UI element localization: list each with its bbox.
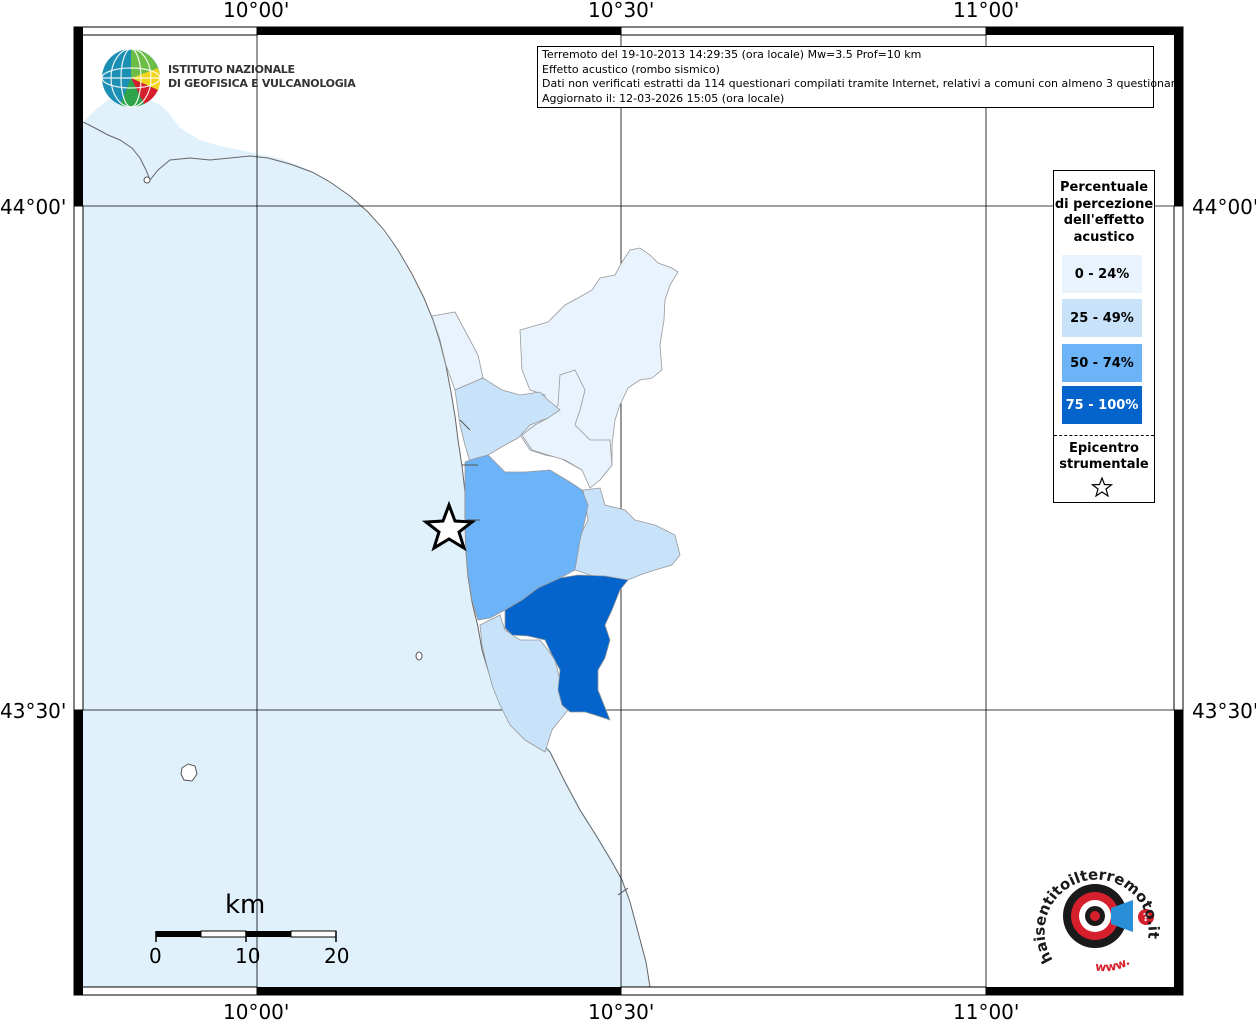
lon-label-top: 10°30' [588, 0, 655, 22]
scale-tick-label: 0 [149, 944, 162, 968]
haisentito-logo: ? haisentitoilterremoto.it www. [1033, 865, 1163, 974]
lon-label-bottom: 11°00' [953, 1000, 1020, 1024]
lon-label-bottom: 10°30' [588, 1000, 655, 1024]
effect-type: Effetto acustico (rombo sismico) [542, 62, 720, 76]
lon-label-bottom: 10°00' [223, 1000, 290, 1024]
data-note: Dati non verificati estratti da 114 ques… [542, 77, 1182, 90]
svg-text:www.: www. [1095, 954, 1133, 974]
epicenter-legend-star-icon [1091, 477, 1113, 497]
scale-unit: km [225, 890, 266, 920]
ingv-globe-logo [101, 48, 161, 108]
ingv-name: ISTITUTO NAZIONALE DI GEOFISICA E VULCAN… [168, 63, 356, 90]
lon-label-top: 11°00' [953, 0, 1020, 22]
event-info-box: Terremoto del 19-10-2013 14:29:35 (ora l… [537, 46, 1182, 108]
legend-title: Percentuale di percezione dell'effetto a… [1054, 180, 1154, 245]
scale-tick-label: 10 [235, 944, 261, 968]
lat-label-right: 44°00' [1192, 195, 1256, 219]
legend-class-50-74: 50 - 74% [1062, 344, 1142, 382]
legend-class-75-100: 75 - 100% [1062, 386, 1142, 424]
legend-class-0-24: 0 - 24% [1062, 255, 1142, 293]
updated-at: Aggiornato il: 12-03-2026 15:05 (ora loc… [542, 91, 785, 105]
lon-label-top: 10°00' [223, 0, 290, 22]
legend: Percentuale di percezione dell'effetto a… [1053, 170, 1155, 503]
epicenter-legend-label: Epicentro strumentale [1059, 441, 1149, 472]
lat-label-right: 43°30' [1192, 699, 1256, 723]
lat-label-left: 43°30' [0, 699, 67, 723]
legend-divider [1054, 435, 1154, 436]
legend-class-25-49: 25 - 49% [1062, 299, 1142, 337]
event-description: Terremoto del 19-10-2013 14:29:35 (ora l… [542, 48, 922, 61]
lat-label-left: 44°00' [0, 195, 67, 219]
islet [143, 176, 151, 184]
scale-tick-label: 20 [324, 944, 350, 968]
islet [415, 651, 423, 661]
